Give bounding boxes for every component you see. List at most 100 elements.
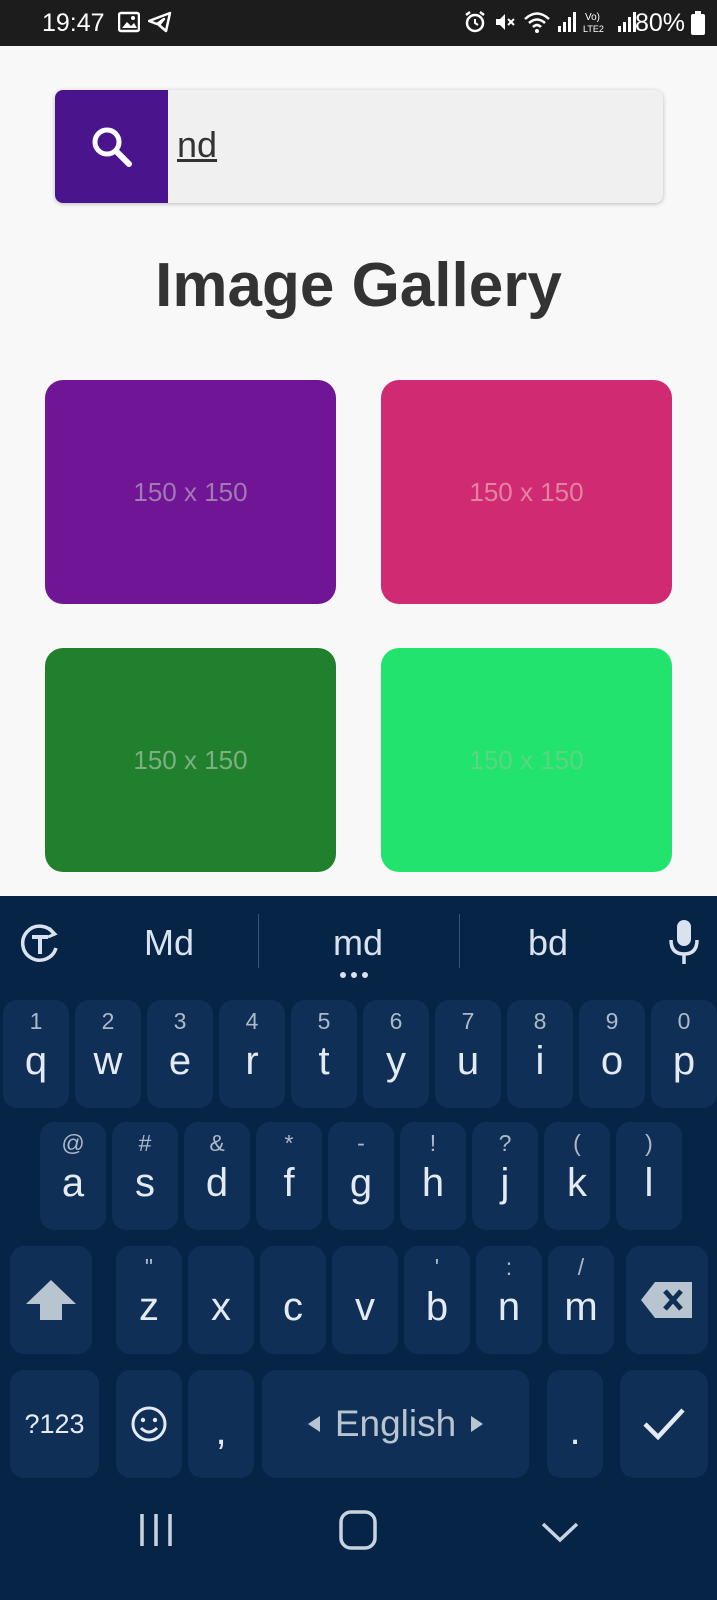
suggestion-item[interactable]: Md [69,922,269,964]
key-hint: 9 [605,1008,619,1034]
gallery-image[interactable]: 150 x 150 [45,648,336,872]
key-j[interactable]: ? j [472,1122,538,1230]
key-label: o [600,1039,624,1083]
comma-key-label: , [215,1409,227,1453]
key-label: l [644,1161,654,1205]
key-hint: 4 [245,1008,259,1034]
keyboard: Md md bd 1q2w3e4r5t6y7u8i9o0p @ a # s & d * f - g… [0,896,717,1600]
key-hint: 6 [389,1008,403,1034]
suggestion-item[interactable]: md [258,922,458,964]
translate-icon[interactable] [18,922,62,966]
search-input[interactable] [177,118,647,172]
key-p[interactable]: 0p [651,1000,717,1108]
shift-key[interactable] [10,1246,92,1354]
suggestion-item[interactable]: bd [448,922,648,964]
shift-icon [26,1280,76,1320]
search-button[interactable] [55,90,168,203]
battery-icon [691,11,705,35]
image-placeholder-label: 150 x 150 [469,476,584,507]
gallery-notification-icon [118,11,140,33]
key-hint: : [505,1254,513,1280]
checkmark-icon [643,1408,685,1441]
search-icon [92,127,132,167]
key-a[interactable]: @ a [40,1122,106,1230]
navigation-bar [0,1488,717,1600]
more-suggestions-dots[interactable] [340,972,368,978]
key-l[interactable]: ) l [616,1122,682,1230]
key-z[interactable]: " z [116,1246,182,1354]
key-y[interactable]: 6y [363,1000,429,1108]
key-r[interactable]: 4r [219,1000,285,1108]
back-chevron-down-icon[interactable] [540,1512,580,1552]
key-w[interactable]: 2w [75,1000,141,1108]
key-hint: 2 [101,1008,115,1034]
key-f[interactable]: * f [256,1122,322,1230]
mute-icon [496,14,515,30]
key-e[interactable]: 3e [147,1000,213,1108]
wifi-icon [524,12,550,33]
emoji-key[interactable] [116,1370,182,1478]
key-n[interactable]: :n [476,1246,542,1354]
key-c[interactable]: c [260,1246,326,1354]
key-hint: # [138,1130,152,1156]
gallery-image[interactable]: 150 x 150 [381,648,672,872]
emoji-icon [131,1406,167,1442]
key-d[interactable]: & d [184,1122,250,1230]
space-key[interactable]: English [262,1370,529,1478]
key-hint: @ [61,1130,85,1156]
key-t[interactable]: 5t [291,1000,357,1108]
gallery-image[interactable]: 150 x 150 [381,380,672,604]
key-label: g [349,1161,373,1205]
key-label: d [205,1161,229,1205]
done-key[interactable] [620,1370,708,1478]
key-label: s [135,1161,155,1205]
key-label: m [564,1285,598,1329]
key-v[interactable]: v [332,1246,398,1354]
key-i[interactable]: 8i [507,1000,573,1108]
alarm-icon [465,11,485,33]
key-hint: 5 [317,1008,331,1034]
key-q[interactable]: 1q [3,1000,69,1108]
image-placeholder-label: 150 x 150 [133,744,248,775]
key-hint: 3 [173,1008,187,1034]
key-hint: ) [645,1130,653,1156]
key-label: a [61,1161,85,1205]
arrow-right-icon [471,1416,484,1432]
key-label: f [283,1161,295,1205]
key-hint: ' [434,1254,440,1280]
key-label: x [211,1285,231,1329]
key-hint: " [144,1254,154,1280]
key-label: k [567,1161,587,1205]
key-s[interactable]: # s [112,1122,178,1230]
home-icon[interactable] [338,1508,378,1552]
image-placeholder-label: 150 x 150 [133,476,248,507]
key-hint: / [577,1254,585,1280]
key-hint: * [284,1130,294,1156]
recent-apps-icon[interactable] [136,1510,176,1550]
key-g[interactable]: -g [328,1122,394,1230]
period-key[interactable]: . [547,1370,603,1478]
key-x[interactable]: x [188,1246,254,1354]
symbols-key[interactable]: ?123 [10,1370,99,1478]
microphone-icon[interactable] [668,918,700,968]
key-label: c [283,1285,303,1329]
key-label: y [386,1039,406,1083]
gallery-image[interactable]: 150 x 150 [45,380,336,604]
key-b[interactable]: ' b [404,1246,470,1354]
key-o[interactable]: 9o [579,1000,645,1108]
comma-key[interactable]: , [188,1370,254,1478]
key-label: n [497,1285,521,1329]
backspace-key[interactable] [626,1246,708,1354]
key-m[interactable]: / m [548,1246,614,1354]
key-k[interactable]: (k [544,1122,610,1230]
symbols-key-label: ?123 [24,1408,85,1439]
key-label: j [500,1161,510,1205]
signal-icon [558,12,576,32]
key-h[interactable]: ! h [400,1122,466,1230]
key-hint: & [209,1130,225,1156]
key-label: w [93,1039,123,1083]
key-hint: - [357,1130,365,1156]
suggestion-bar: Md md bd [0,896,717,992]
key-hint: 7 [461,1008,475,1034]
key-u[interactable]: 7u [435,1000,501,1108]
